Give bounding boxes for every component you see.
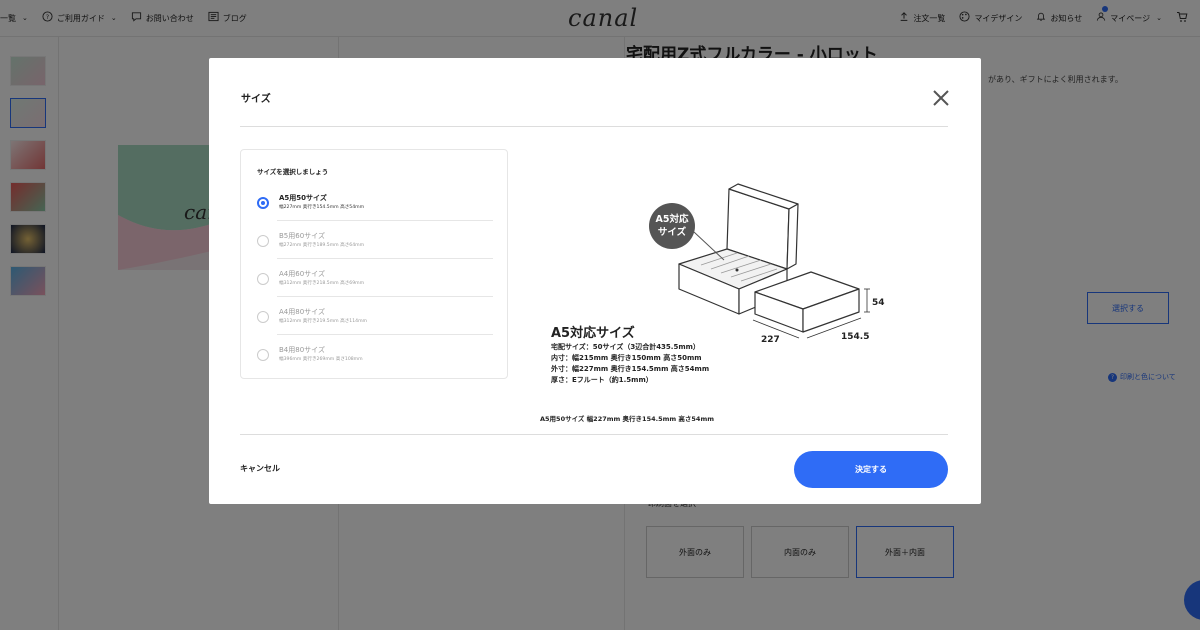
option-divider [277, 220, 493, 221]
confirm-button[interactable]: 決定する [794, 451, 948, 488]
size-option-dims: 幅396mm 奥行き269mm 高さ108mm [279, 357, 363, 362]
illustration-spec-line: 内寸：幅215mm 奥行き150mm 高さ50mm [551, 354, 702, 362]
size-option-dims: 幅227mm 奥行き154.5mm 高さ54mm [279, 205, 365, 210]
size-option-b4-80[interactable]: B4用80サイズ 幅396mm 奥行き269mm 高さ108mm [257, 340, 493, 377]
close-icon [933, 90, 949, 106]
option-divider [277, 334, 493, 335]
close-button[interactable] [929, 86, 953, 110]
size-option-name: B4用80サイズ [279, 346, 325, 354]
modal-divider [240, 126, 948, 127]
illustration-spec-line: 外寸：幅227mm 奥行き154.5mm 高さ54mm [551, 365, 710, 373]
size-option-name: B5用60サイズ [279, 232, 325, 240]
illustration-spec-line: 厚さ：Eフルート（約1.5mm） [551, 376, 653, 384]
badge-line-1: A5対応 [656, 213, 689, 225]
size-options-panel: サイズを選択しましょう A5用50サイズ 幅227mm 奥行き154.5mm 高… [240, 149, 508, 379]
badge-line-2: サイズ [658, 226, 687, 238]
size-option-name: A4用60サイズ [279, 270, 325, 278]
option-divider [277, 258, 493, 259]
dim-depth-label: 154.5 [841, 332, 869, 342]
size-option-dims: 幅312mm 奥行き218.5mm 高さ69mm [279, 281, 365, 286]
radio-button[interactable] [257, 273, 269, 285]
illustration-spec-line: 宅配サイズ：50サイズ（3辺合計435.5mm） [551, 343, 700, 351]
dim-width-label: 227 [761, 335, 780, 345]
panel-heading: サイズを選択しましょう [257, 168, 329, 176]
radio-button[interactable] [257, 197, 269, 209]
modal-title: サイズ [241, 94, 271, 105]
option-divider [277, 296, 493, 297]
size-option-name: A5用50サイズ [279, 194, 327, 202]
selected-size-caption: A5用50サイズ 幅227mm 奥行き154.5mm 高さ54mm [540, 415, 715, 423]
radio-button[interactable] [257, 349, 269, 361]
cancel-button[interactable]: キャンセル [240, 463, 280, 474]
radio-button[interactable] [257, 311, 269, 323]
modal-divider [240, 434, 948, 435]
size-option-dims: 幅272mm 奥行き189.5mm 高さ64mm [279, 243, 365, 248]
dim-height-label: 54 [872, 298, 885, 308]
size-option-dims: 幅312mm 奥行き219.5mm 高さ114mm [279, 319, 368, 324]
size-badge [649, 203, 695, 249]
illustration-title: A5対応サイズ [551, 326, 635, 341]
size-option-name: A4用80サイズ [279, 308, 325, 316]
radio-button[interactable] [257, 235, 269, 247]
size-modal: サイズ サイズを選択しましょう A5用50サイズ 幅227mm 奥行き154.5… [209, 58, 981, 504]
